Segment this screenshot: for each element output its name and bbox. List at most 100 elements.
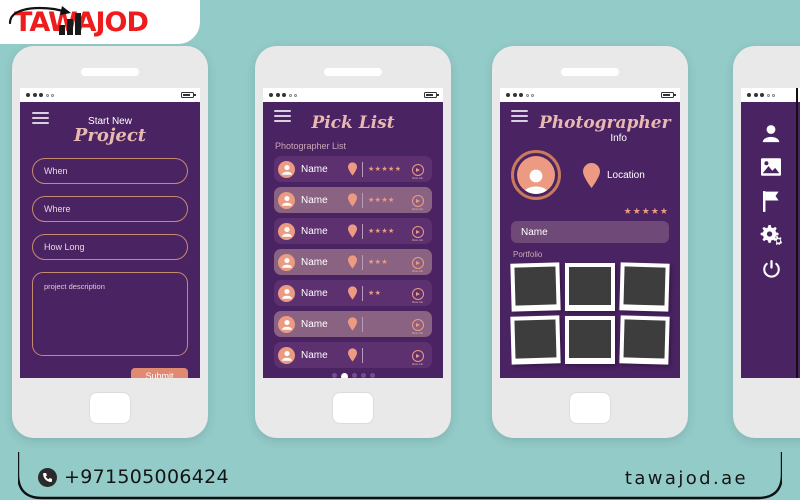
divider [362,347,363,363]
field-how-long[interactable]: How Long [32,233,188,260]
battery-icon [661,92,676,98]
portfolio-photo-thumb [514,266,557,306]
project-description-input[interactable]: project description [32,271,188,356]
list-item[interactable]: Name More info [274,342,432,368]
pagination-dot[interactable] [369,373,375,378]
profile-row: Location [511,150,669,200]
more-info-button[interactable]: More info [410,221,425,242]
footer-phone[interactable]: +971505006424 [38,466,229,488]
portfolio-photo[interactable] [510,262,561,312]
more-info-label: More info [412,362,423,366]
avatar [278,346,295,364]
play-icon [411,318,424,331]
divider [362,161,363,177]
signal-icon [747,93,775,97]
pagination-dot[interactable] [351,373,357,378]
signal-icon [506,93,534,97]
phone-mockup-start-new-project: Start New Project When Where How Long pr… [12,46,208,438]
field-when[interactable]: When [32,157,188,184]
list-item-name: Name [301,225,328,237]
avatar [278,222,295,240]
more-info-button[interactable]: More info [410,314,425,335]
rating-stars: ★★★★★ [368,166,402,173]
screen-start-new-project: Start New Project When Where How Long pr… [20,88,200,378]
phone-home-button[interactable] [89,392,131,424]
field-where[interactable]: Where [32,195,188,222]
side-menu-item-logout[interactable]: Logout [741,252,800,286]
map-pin-icon [583,162,600,188]
flag-icon [759,190,783,212]
map-pin-icon [348,255,357,269]
list-item[interactable]: Name ★★★★ More info [274,187,432,213]
field-label: Where [44,203,71,214]
page-title: Pick List [311,113,395,133]
screen-pick-list: Pick List Photographer List Name ★★★★★ Mor… [263,88,443,378]
more-info-label: More info [412,331,423,335]
side-menu-item-notifications[interactable]: Notifications [741,184,800,218]
submit-button[interactable]: Submit [131,367,188,378]
pagination-dot[interactable] [340,373,348,378]
list-item[interactable]: Name ★★★★★ More info [274,156,432,182]
avatar [278,284,295,302]
footer-bar: +971505006424 tawajod.ae [0,452,800,500]
more-info-button[interactable]: More info [410,345,425,366]
map-pin-icon [348,224,357,238]
location-row[interactable]: Location [583,162,645,188]
section-label: Photographer List [275,141,347,151]
status-bar [263,88,443,102]
photographer-name-field[interactable]: Name [511,221,669,243]
map-pin-icon [348,162,357,176]
map-pin-icon [348,348,357,362]
more-info-button[interactable]: More info [410,190,425,211]
footer-website[interactable]: tawajod.ae [625,468,748,489]
side-menu-item-portfolio[interactable]: Portfolio [741,150,800,184]
portfolio-photo[interactable] [618,262,670,312]
list-item[interactable]: Name More info [274,311,432,337]
person-icon [517,156,555,194]
pagination-dot[interactable] [360,373,366,378]
portfolio-photo[interactable] [618,315,670,365]
more-info-button[interactable]: More info [410,159,425,180]
list-item-name: Name [301,287,328,299]
menu-divider [796,88,798,378]
play-icon [411,194,424,207]
list-item[interactable]: Name ★★ More info [274,280,432,306]
side-menu-item-settings[interactable]: Settings [741,218,800,252]
screen-side-menu: ProfilePortfolioNotificationsSettingsLog… [741,88,800,378]
phone-home-button[interactable] [332,392,374,424]
phone-speaker [324,68,382,76]
portfolio-photo-thumb [569,320,611,358]
phone-home-button[interactable] [569,392,611,424]
list-item-name: Name [301,194,328,206]
play-icon [411,163,424,176]
list-item[interactable]: Name ★★★★ More info [274,218,432,244]
portfolio-photo[interactable] [510,315,561,365]
avatar[interactable] [511,150,561,200]
phone-mockup-photographer-info: Photographer Info Location ★★★★★ Name Po… [492,46,688,438]
play-icon [411,256,424,269]
portfolio-grid [510,262,670,365]
more-info-button[interactable]: More info [410,252,425,273]
divider [362,192,363,208]
more-info-button[interactable]: More info [410,283,425,304]
project-description-placeholder: project description [44,281,105,291]
portfolio-photo-thumb [514,319,557,359]
avatar [278,191,295,209]
divider [362,223,363,239]
hamburger-icon[interactable] [511,110,528,122]
play-icon [411,287,424,300]
map-pin-icon [348,317,357,331]
side-menu-item-profile[interactable]: Profile [741,116,800,150]
rating-stars: ★★ [368,290,382,297]
pagination-dot[interactable] [331,373,337,378]
photo-icon [759,158,783,176]
portfolio-photo[interactable] [565,263,615,311]
portfolio-photo[interactable] [565,316,615,364]
pagination-dots[interactable] [274,373,432,378]
more-info-label: More info [412,238,423,242]
more-info-label: More info [412,269,423,273]
list-item[interactable]: Name ★★★ More info [274,249,432,275]
field-label: When [44,165,68,176]
divider [362,285,363,301]
field-label: How Long [44,241,85,252]
